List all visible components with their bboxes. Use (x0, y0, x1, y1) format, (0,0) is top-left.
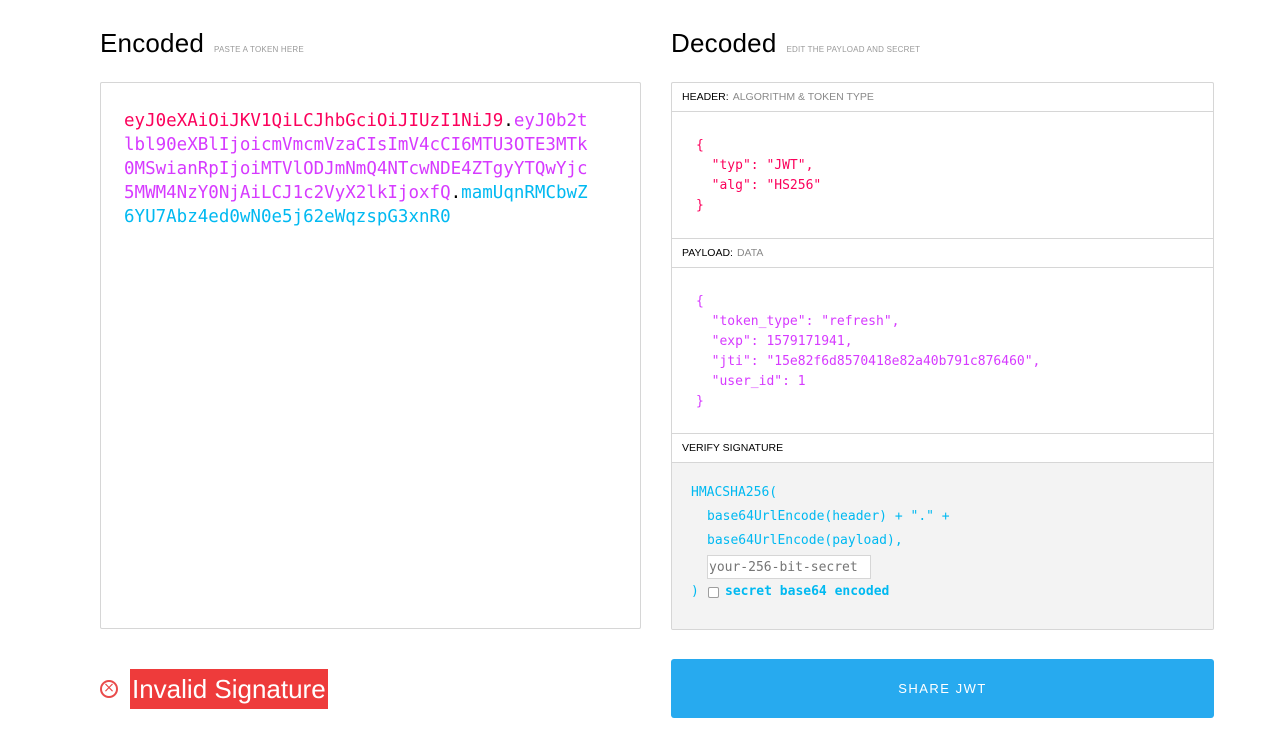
verify-signature-panel: HMACSHA256( base64UrlEncode(header) + ".… (672, 463, 1213, 629)
base64-checkbox[interactable] (708, 587, 719, 598)
decoded-panel: HEADER: ALGORITHM & TOKEN TYPE { "typ": "… (671, 82, 1214, 630)
status-text: Invalid Signature (130, 669, 328, 709)
header-section-label: HEADER: (682, 91, 729, 103)
payload-json[interactable]: { "token_type": "refresh", "exp": 157917… (696, 292, 1040, 412)
token-text[interactable]: eyJ0eXAiOiJKV1QiLCJhbGciOiJIUzI1NiJ9.eyJ… (124, 109, 594, 229)
payload-section-label: PAYLOAD: (682, 247, 733, 259)
signature-status: × Invalid Signature (100, 669, 328, 709)
token-header-part: eyJ0eXAiOiJKV1QiLCJhbGciOiJIUzI1NiJ9 (124, 111, 504, 131)
header-section-title: HEADER: ALGORITHM & TOKEN TYPE (672, 83, 1213, 112)
header-encode-line: base64UrlEncode(header) + "." + (707, 509, 950, 524)
hmac-function-line: HMACSHA256( (691, 485, 778, 500)
closing-paren: ) (691, 584, 699, 599)
decoded-subtitle: EDIT THE PAYLOAD AND SECRET (786, 45, 921, 54)
verify-section-label: VERIFY SIGNATURE (682, 442, 784, 454)
verify-section-title: VERIFY SIGNATURE (672, 434, 1213, 463)
secret-input[interactable] (707, 555, 871, 579)
header-editor[interactable]: { "typ": "JWT", "alg": "HS256" } (672, 112, 1213, 239)
payload-editor[interactable]: { "token_type": "refresh", "exp": 157917… (672, 268, 1213, 434)
encoded-heading: Encoded PASTE A TOKEN HERE (100, 28, 304, 59)
header-json[interactable]: { "typ": "JWT", "alg": "HS256" } (696, 136, 821, 216)
header-section-hint: ALGORITHM & TOKEN TYPE (732, 91, 874, 103)
encoded-title: Encoded (100, 28, 205, 58)
payload-encode-line: base64UrlEncode(payload), (707, 533, 903, 548)
encoded-subtitle: PASTE A TOKEN HERE (214, 45, 304, 54)
base64-label[interactable]: secret base64 encoded (725, 584, 889, 599)
payload-section-title: PAYLOAD: DATA (672, 239, 1213, 268)
decoded-heading: Decoded EDIT THE PAYLOAD AND SECRET (671, 28, 920, 59)
share-jwt-button[interactable]: SHARE JWT (671, 659, 1214, 718)
token-dot: . (503, 111, 514, 131)
encoded-token-editor[interactable]: eyJ0eXAiOiJKV1QiLCJhbGciOiJIUzI1NiJ9.eyJ… (100, 82, 641, 629)
token-dot: . (450, 183, 462, 203)
close-circle-icon: × (100, 680, 118, 698)
payload-section-hint: DATA (736, 247, 764, 259)
decoded-title: Decoded (671, 28, 777, 58)
